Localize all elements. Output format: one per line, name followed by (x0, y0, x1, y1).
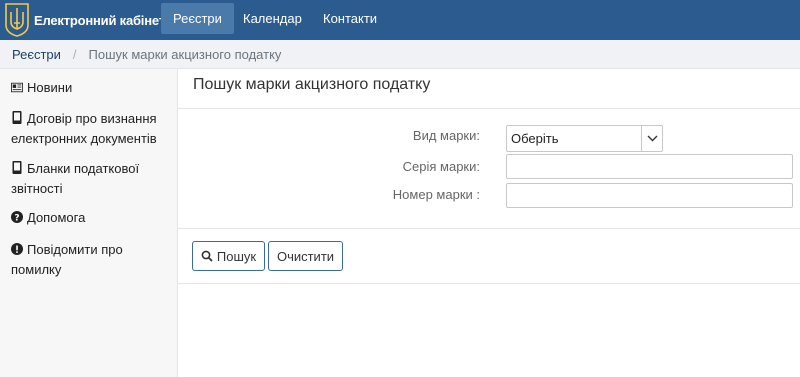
breadcrumb: Реєстри / Пошук марки акцизного податку (0, 40, 800, 69)
mobile-document-icon (12, 111, 22, 124)
nav-item-contacts[interactable]: Контакти (311, 3, 389, 34)
clear-button[interactable]: Очистити (268, 241, 343, 271)
trident-emblem-icon (5, 3, 29, 37)
sidebar-item-label: Допомога (27, 210, 86, 225)
svg-text:?: ? (14, 213, 19, 223)
sidebar-item-label: звітності (11, 181, 63, 196)
mark-series-input[interactable] (506, 154, 793, 179)
mark-type-label: Вид марки: (412, 128, 480, 143)
newspaper-icon (11, 82, 23, 93)
search-button-label: Пошук (216, 248, 257, 264)
clear-button-label: Очистити (276, 248, 335, 264)
sidebar-item-label: Новини (27, 80, 73, 95)
sidebar-item-label: електронних документів (11, 131, 157, 146)
sidebar-item-report-error[interactable]: Повідомити про помилку (11, 240, 176, 280)
top-navbar: Електронний кабінет Реєстри Календар Кон… (0, 0, 800, 40)
sidebar-item-label: Договір про визнання (27, 111, 157, 126)
sidebar: Новини Договір про визнання електронних … (0, 69, 178, 377)
mark-type-select[interactable]: Оберіть (506, 125, 663, 152)
mark-number-input[interactable] (506, 183, 793, 208)
brand-title: Електронний кабінет (34, 12, 165, 28)
sidebar-item-label: помилку (11, 262, 62, 277)
mark-type-value: Оберіть (511, 131, 559, 146)
divider (178, 228, 800, 229)
nav-item-calendar[interactable]: Календар (231, 3, 314, 34)
sidebar-item-label: Бланки податкової (27, 161, 140, 176)
sidebar-item-agreement[interactable]: Договір про визнання електронних докумен… (11, 109, 176, 149)
search-button[interactable]: Пошук (192, 241, 265, 271)
mark-series-label: Серія марки: (402, 159, 480, 174)
breadcrumb-separator: / (72, 46, 77, 62)
exclamation-circle-icon (11, 243, 23, 255)
divider (178, 283, 800, 284)
sidebar-item-label: Повідомити про (27, 242, 123, 257)
mobile-document-icon (12, 161, 22, 174)
chevron-down-icon (641, 126, 662, 151)
sidebar-item-help[interactable]: ? Допомога (11, 208, 176, 228)
search-icon (201, 250, 213, 262)
sidebar-item-tax-forms[interactable]: Бланки податкової звітності (11, 159, 176, 199)
mark-number-label: Номер марки : (392, 187, 480, 202)
nav-item-registries[interactable]: Реєстри (161, 3, 234, 34)
breadcrumb-current: Пошук марки акцизного податку (88, 46, 282, 62)
breadcrumb-link-registries[interactable]: Реєстри (12, 47, 61, 62)
brand[interactable]: Електронний кабінет (4, 0, 165, 40)
sidebar-item-news[interactable]: Новини (11, 78, 176, 98)
divider (178, 108, 800, 109)
question-circle-icon: ? (11, 211, 23, 223)
page-title: Пошук марки акцизного податку (193, 76, 431, 93)
